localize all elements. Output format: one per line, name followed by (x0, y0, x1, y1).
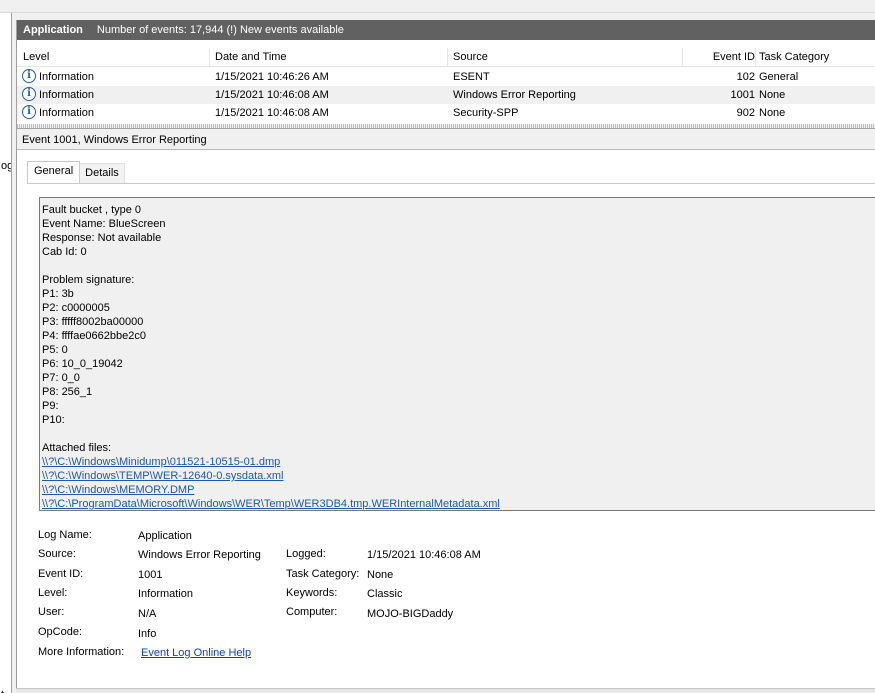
cell-date: 1/15/2021 10:46:08 AM (215, 107, 329, 119)
opcode-value: Info (138, 628, 157, 640)
column-divider[interactable] (682, 48, 683, 67)
description-line: P2: c0000005 (42, 302, 110, 314)
event-detail-pane: Event 1001, Windows Error Reporting Gene… (17, 128, 875, 693)
description-line (42, 259, 875, 273)
keywords-value: Classic (367, 588, 403, 600)
column-divider[interactable] (447, 48, 448, 67)
description-line: Event Name: BlueScreen (42, 218, 166, 230)
log-name-value: Application (138, 530, 192, 542)
column-divider[interactable] (755, 48, 756, 67)
description-line: P5: 0 (42, 344, 68, 356)
description-line: P3: fffff8002ba00000 (42, 316, 144, 328)
bottom-edge (16, 688, 875, 693)
event-id-value: 1001 (138, 569, 163, 581)
cell-task-category: None (759, 107, 786, 119)
event-viewer-main: Application Number of events: 17,944 (!)… (16, 20, 875, 693)
info-icon: i (22, 105, 36, 119)
tab-divider (27, 183, 875, 184)
log-name-label: Log Name: (38, 529, 92, 541)
cell-source: Windows Error Reporting (453, 89, 576, 101)
cell-level: Information (39, 89, 95, 101)
attached-file-link[interactable]: \\?\C:\ProgramData\Microsoft\Windows\WER… (42, 498, 500, 510)
event-log-online-help-link[interactable]: Event Log Online Help (141, 647, 251, 659)
level-label: Level: (38, 587, 68, 599)
table-header: Level Date and Time Source Event ID Task… (17, 48, 875, 67)
log-header: Application Number of events: 17,944 (!)… (17, 20, 875, 40)
description-line: P9: (42, 400, 59, 412)
event-description[interactable]: Fault bucket , type 0 Event Name: BlueSc… (39, 197, 875, 511)
column-header-task-category[interactable]: Task Category (759, 51, 829, 63)
cell-source: Security-SPP (453, 107, 519, 119)
column-divider[interactable] (209, 48, 210, 67)
logged-label: Logged: (286, 548, 326, 560)
table-row[interactable]: i Information 1/15/2021 10:46:26 AM ESEN… (17, 68, 875, 86)
logged-value: 1/15/2021 10:46:08 AM (367, 549, 481, 561)
cell-event-id: 102 (736, 71, 755, 83)
description-line: Cab Id: 0 (42, 246, 87, 258)
cell-task-category: None (759, 89, 786, 101)
description-line: P10: (42, 414, 65, 426)
event-id-label: Event ID: (38, 568, 84, 580)
console-tree-pane: og t (0, 13, 12, 693)
cell-event-id: 1001 (730, 89, 755, 101)
description-line: Attached files: (42, 442, 112, 454)
computer-value: MOJO-BIGDaddy (367, 608, 454, 620)
source-value: Windows Error Reporting (138, 549, 261, 561)
top-strip (0, 0, 875, 13)
source-label: Source: (38, 548, 76, 560)
info-icon: i (22, 87, 36, 101)
more-information-label: More Information: (38, 646, 125, 658)
column-header-source[interactable]: Source (453, 51, 488, 63)
log-title: Application (23, 24, 83, 36)
tree-item-fragment-2[interactable]: t (1, 689, 4, 693)
table-row[interactable]: i Information 1/15/2021 10:46:08 AM Secu… (17, 104, 875, 122)
tab-details[interactable]: Details (80, 163, 125, 183)
attached-file-link[interactable]: \\?\C:\Windows\TEMP\WER-12640-0.sysdata.… (42, 470, 283, 482)
info-icon: i (22, 69, 36, 83)
description-line: Problem signature: (42, 274, 135, 286)
table-row[interactable]: i Information 1/15/2021 10:46:08 AM Wind… (17, 86, 875, 104)
cell-date: 1/15/2021 10:46:26 AM (215, 71, 329, 83)
column-header-date[interactable]: Date and Time (215, 51, 287, 63)
description-line: P1: 3b (42, 288, 74, 300)
description-line: P8: 256_1 (42, 386, 93, 398)
description-line: P6: 10_0_19042 (42, 358, 123, 370)
event-detail-title: Event 1001, Windows Error Reporting (17, 129, 875, 150)
tab-general[interactable]: General (27, 161, 81, 184)
description-line: Response: Not available (42, 232, 162, 244)
cell-level: Information (39, 107, 95, 119)
cell-level: Information (39, 71, 95, 83)
tree-item-fragment[interactable]: og (1, 160, 11, 172)
description-line: Fault bucket , type 0 (42, 204, 142, 216)
opcode-label: OpCode: (38, 626, 83, 638)
detail-tabs: General Details (27, 161, 125, 184)
task-category-value: None (367, 569, 394, 581)
log-event-count: Number of events: 17,944 (!) New events … (96, 24, 344, 36)
description-line: P4: ffffae0662bbe2c0 (42, 330, 146, 342)
computer-label: Computer: (286, 606, 338, 618)
task-category-label: Task Category: (286, 568, 360, 580)
level-value: Information (138, 588, 194, 600)
event-properties: Log Name: Application Source: Windows Er… (17, 525, 875, 685)
column-header-level[interactable]: Level (23, 51, 49, 63)
description-line (42, 427, 875, 441)
keywords-label: Keywords: (286, 587, 338, 599)
user-value: N/A (138, 608, 157, 620)
cell-source: ESENT (453, 71, 490, 83)
column-header-event-id[interactable]: Event ID (713, 51, 755, 63)
cell-task-category: General (759, 71, 799, 83)
user-label: User: (38, 606, 65, 618)
attached-file-link[interactable]: \\?\C:\Windows\Minidump\011521-10515-01.… (42, 456, 280, 468)
description-line: P7: 0_0 (42, 372, 80, 384)
cell-event-id: 902 (736, 107, 755, 119)
cell-date: 1/15/2021 10:46:08 AM (215, 89, 329, 101)
attached-file-link[interactable]: \\?\C:\Windows\MEMORY.DMP (42, 484, 194, 496)
